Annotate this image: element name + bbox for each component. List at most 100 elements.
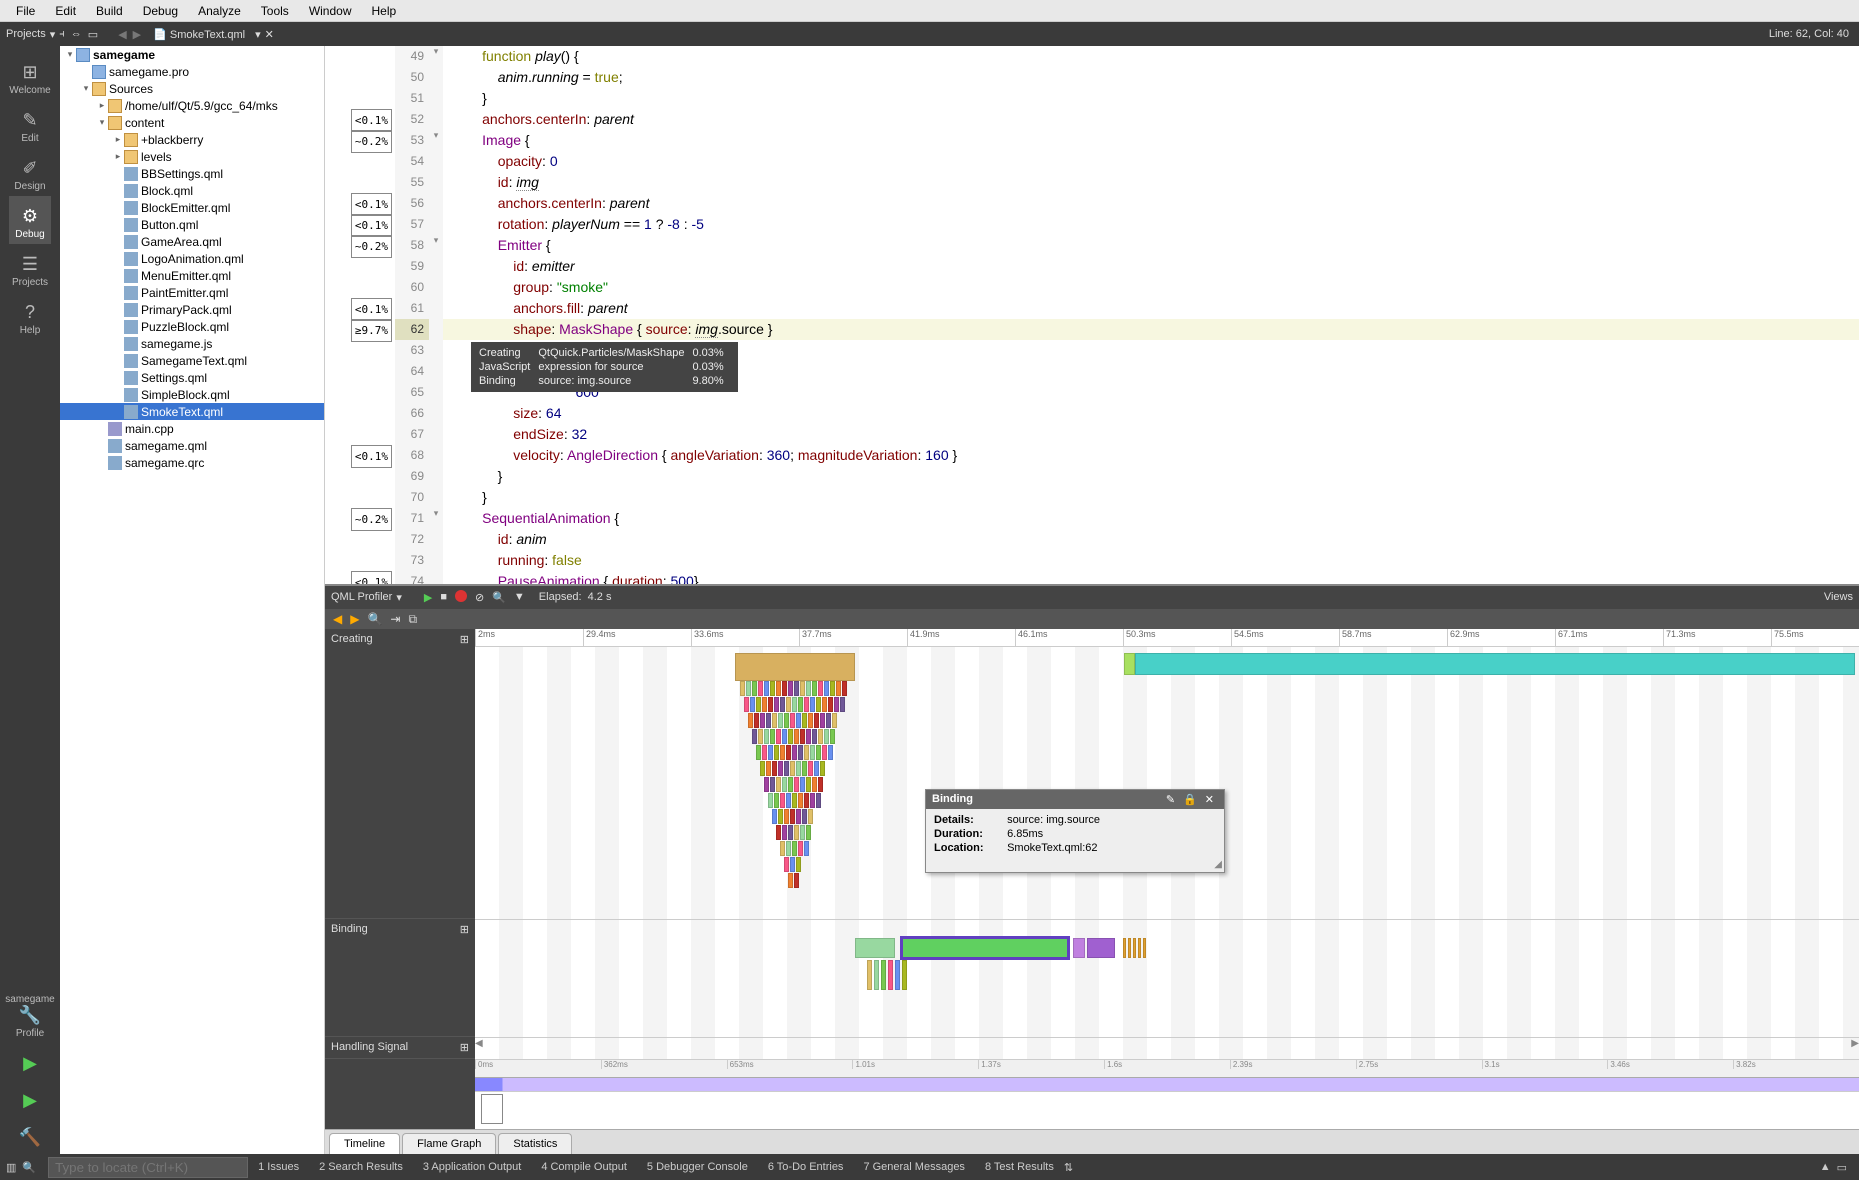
disable-icon[interactable]: ⊘ <box>471 591 488 604</box>
tree-item[interactable]: PaintEmitter.qml <box>60 284 324 301</box>
tree-item[interactable]: SamegameText.qml <box>60 352 324 369</box>
menu-analyze[interactable]: Analyze <box>188 4 251 18</box>
tree-item[interactable]: Block.qml <box>60 182 324 199</box>
tree-item[interactable]: SimpleBlock.qml <box>60 386 324 403</box>
output-pane-tab[interactable]: 5 Debugger Console <box>637 1161 758 1173</box>
menu-tools[interactable]: Tools <box>251 4 299 18</box>
expand-icon[interactable]: ⊞ <box>460 923 469 936</box>
popup-title: Binding <box>932 793 1162 806</box>
tree-item[interactable]: samegame.qml <box>60 437 324 454</box>
filter-icon[interactable]: ▼ <box>510 591 529 603</box>
tree-item[interactable]: PuzzleBlock.qml <box>60 318 324 335</box>
kit-selector[interactable]: samegame 🔧 Profile <box>0 984 60 1043</box>
debug-run-button[interactable]: ▶ <box>0 1080 60 1117</box>
output-pane-tab[interactable]: 2 Search Results <box>309 1161 413 1173</box>
pane-menu-icon[interactable]: ⇅ <box>1064 1161 1073 1174</box>
locator-input[interactable] <box>48 1157 248 1178</box>
code-area[interactable]: function play() { anim.running = true; }… <box>443 46 1859 584</box>
menu-debug[interactable]: Debug <box>133 4 188 18</box>
binding-track[interactable] <box>475 919 1859 1037</box>
signal-track[interactable]: ◀▶ <box>475 1037 1859 1059</box>
stop-icon[interactable]: ■ <box>436 591 451 603</box>
goto-icon[interactable]: ⇥ <box>386 612 404 626</box>
category-handling-signal[interactable]: Handling Signal⊞ <box>325 1037 475 1059</box>
tree-item[interactable]: ▾Sources <box>60 80 324 97</box>
category-binding[interactable]: Binding⊞ <box>325 919 475 1037</box>
edit-icon[interactable]: ✎ <box>1162 793 1179 806</box>
nav-prev-icon[interactable]: ◀ <box>329 612 346 626</box>
tree-item[interactable]: MenuEmitter.qml <box>60 267 324 284</box>
close-icon[interactable]: ✕ <box>1201 793 1218 806</box>
lock-icon[interactable]: 🔒 <box>1179 793 1201 806</box>
file-tab[interactable]: 📄 SmokeText.qml <box>147 28 251 41</box>
tree-item[interactable]: GameArea.qml <box>60 233 324 250</box>
expand-icon[interactable]: ⊞ <box>460 1041 469 1054</box>
close-tab-icon[interactable]: ✕ <box>265 28 274 41</box>
menubar: FileEditBuildDebugAnalyzeToolsWindowHelp <box>0 0 1859 22</box>
nav-fwd-icon[interactable]: ▶ <box>127 28 147 41</box>
nav-next-icon[interactable]: ▶ <box>346 612 363 626</box>
code-editor[interactable]: <0.1%~0.2%<0.1%<0.1%~0.2%<0.1%≥9.7%<0.1%… <box>325 46 1859 584</box>
sidebar-toggle-icon[interactable]: ▥ <box>6 1161 16 1174</box>
outline-icon[interactable]: ▭ <box>88 28 98 41</box>
tree-item[interactable]: Button.qml <box>60 216 324 233</box>
profiler-tab-timeline[interactable]: Timeline <box>329 1133 400 1154</box>
nav-back-icon[interactable]: ◀ <box>118 28 126 41</box>
close-output-icon[interactable]: ▭ <box>1831 1161 1853 1174</box>
tree-item[interactable]: ▸levels <box>60 148 324 165</box>
build-button[interactable]: 🔨 <box>0 1117 60 1154</box>
link-icon[interactable]: ⇔ <box>65 28 88 40</box>
tree-item[interactable]: main.cpp <box>60 420 324 437</box>
layers-icon[interactable]: ⧉ <box>404 612 421 627</box>
project-tree[interactable]: ▾samegamesamegame.pro▾Sources▸/home/ulf/… <box>60 46 325 1154</box>
tree-item[interactable]: BBSettings.qml <box>60 165 324 182</box>
output-pane-tab[interactable]: 7 General Messages <box>853 1161 975 1173</box>
mode-edit[interactable]: ✎Edit <box>9 100 51 148</box>
menu-window[interactable]: Window <box>299 4 362 18</box>
zoom-icon[interactable]: 🔍 <box>363 612 386 626</box>
mode-projects[interactable]: ☰Projects <box>9 244 51 292</box>
run-button[interactable]: ▶ <box>0 1043 60 1080</box>
profiler-tab-statistics[interactable]: Statistics <box>498 1133 572 1154</box>
output-pane-tab[interactable]: 6 To-Do Entries <box>758 1161 854 1173</box>
fold-gutter[interactable]: ▾▾▾▾▾ <box>429 46 443 584</box>
output-pane-tab[interactable]: 4 Compile Output <box>531 1161 637 1173</box>
output-pane-tab[interactable]: 3 Application Output <box>413 1161 531 1173</box>
mode-help[interactable]: ?Help <box>9 292 51 340</box>
up-icon[interactable]: ▲ <box>1820 1161 1831 1173</box>
menu-edit[interactable]: Edit <box>45 4 86 18</box>
projects-selector[interactable]: Projects <box>6 28 46 40</box>
tree-item[interactable]: ▾content <box>60 114 324 131</box>
tree-item[interactable]: samegame.js <box>60 335 324 352</box>
overview-selector[interactable] <box>475 1091 1859 1129</box>
mode-design[interactable]: ✐Design <box>9 148 51 196</box>
tree-item[interactable]: BlockEmitter.qml <box>60 199 324 216</box>
tree-item[interactable]: ▸+blackberry <box>60 131 324 148</box>
tree-item[interactable]: samegame.qrc <box>60 454 324 471</box>
output-pane-tab[interactable]: 1 Issues <box>248 1161 309 1173</box>
category-creating[interactable]: Creating⊞ <box>325 629 475 919</box>
menu-help[interactable]: Help <box>362 4 407 18</box>
menu-build[interactable]: Build <box>86 4 133 18</box>
tree-item[interactable]: ▾samegame <box>60 46 324 63</box>
search-icon[interactable]: 🔍 <box>488 591 510 604</box>
tree-item[interactable]: ▸/home/ulf/Qt/5.9/gcc_64/mks <box>60 97 324 114</box>
tree-item[interactable]: Settings.qml <box>60 369 324 386</box>
expand-icon[interactable]: ⊞ <box>460 633 469 646</box>
tree-item[interactable]: SmokeText.qml <box>60 403 324 420</box>
tree-item[interactable]: samegame.pro <box>60 63 324 80</box>
mode-welcome[interactable]: ⊞Welcome <box>9 52 51 100</box>
output-pane-tab[interactable]: 8 Test Results <box>975 1161 1064 1173</box>
tree-item[interactable]: PrimaryPack.qml <box>60 301 324 318</box>
creating-track[interactable] <box>475 647 1859 919</box>
mode-debug[interactable]: ⚙Debug <box>9 196 51 244</box>
views-button[interactable]: Views <box>1824 591 1853 603</box>
overview-ruler[interactable]: 0ms 362ms 653ms 1.01s 1.37s 1.6s 2.39s 2… <box>475 1059 1859 1077</box>
record-icon[interactable] <box>451 590 471 605</box>
time-ruler[interactable]: 2ms29.4ms33.6ms37.7ms41.9ms46.1ms50.3ms5… <box>475 629 1859 647</box>
play-icon[interactable]: ▶ <box>420 591 436 604</box>
tree-item[interactable]: LogoAnimation.qml <box>60 250 324 267</box>
overview-strip[interactable] <box>475 1077 1859 1091</box>
profiler-tab-flame-graph[interactable]: Flame Graph <box>402 1133 496 1154</box>
menu-file[interactable]: File <box>6 4 45 18</box>
